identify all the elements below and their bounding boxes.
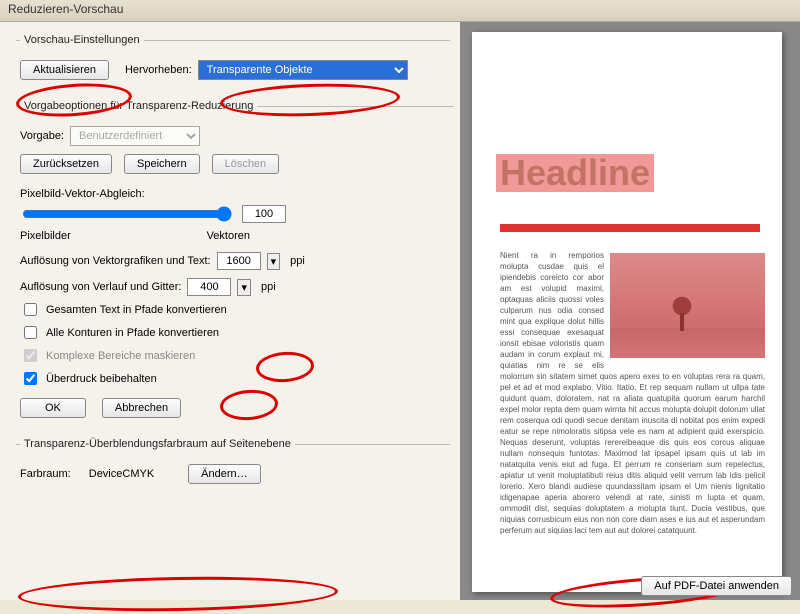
vorgabe-label: Vorgabe: (20, 130, 64, 142)
vector-res-input[interactable] (217, 252, 261, 270)
window-titlebar: Reduzieren-Vorschau (0, 0, 800, 22)
doc-body-text: Nient ra in remporios molupta cusdae qui… (500, 250, 765, 536)
reset-button[interactable]: Zurücksetzen (20, 154, 112, 174)
vector-res-label: Auflösung von Vektorgrafiken und Text: (20, 255, 211, 267)
gradient-res-label: Auflösung von Verlauf und Gitter: (20, 281, 181, 293)
apply-to-pdf-button[interactable]: Auf PDF-Datei anwenden (641, 576, 792, 596)
text-to-paths-checkbox[interactable] (24, 303, 37, 316)
doc-headline: Headline (500, 152, 650, 194)
farbraum-value: DeviceCMYK (89, 468, 154, 480)
chk1-label: Gesamten Text in Pfade konvertieren (46, 304, 227, 316)
slider-label: Pixelbild-Vektor-Abgleich: (20, 188, 450, 200)
preset-options-group: Vorgabeoptionen für Transparenz-Reduzier… (16, 100, 454, 428)
blend-legend: Transparenz-Überblendungsfarbraum auf Se… (20, 438, 295, 450)
balance-value-input[interactable] (242, 205, 286, 223)
farbraum-label: Farbraum: (20, 468, 71, 480)
doc-image (610, 253, 765, 358)
mask-complex-checkbox (24, 349, 37, 362)
chk4-label: Überdruck beibehalten (46, 373, 157, 385)
chevron-down-icon[interactable]: ▾ (267, 253, 281, 270)
chk2-label: Alle Konturen in Pfade konvertieren (46, 327, 219, 339)
pixel-label: Pixelbilder (20, 230, 71, 242)
preview-settings-group: Vorschau-Einstellungen Aktualisieren Her… (16, 34, 450, 90)
ok-button[interactable]: OK (20, 398, 86, 418)
transparency-overlay (496, 154, 654, 192)
chk3-label: Komplexe Bereiche maskieren (46, 350, 195, 362)
preview-pane: Headline Nient ra in remporios molupta c… (460, 22, 800, 600)
document-page: Headline Nient ra in remporios molupta c… (472, 32, 782, 592)
blend-space-group: Transparenz-Überblendungsfarbraum auf Se… (16, 438, 450, 494)
ppi-unit: ppi (290, 255, 305, 267)
balance-slider[interactable] (22, 206, 232, 222)
highlight-select[interactable]: Transparente Objekte (198, 60, 408, 80)
vorgabe-select[interactable]: Benutzerdefiniert (70, 126, 200, 146)
save-button[interactable]: Speichern (124, 154, 200, 174)
strokes-to-paths-checkbox[interactable] (24, 326, 37, 339)
cancel-button[interactable]: Abbrechen (102, 398, 181, 418)
preset-legend: Vorgabeoptionen für Transparenz-Reduzier… (20, 100, 257, 112)
doc-rule (500, 224, 760, 232)
refresh-button[interactable]: Aktualisieren (20, 60, 109, 80)
preserve-overprint-checkbox[interactable] (24, 372, 37, 385)
preview-legend: Vorschau-Einstellungen (20, 34, 144, 46)
ppi-unit: ppi (261, 281, 276, 293)
gradient-res-input[interactable] (187, 278, 231, 296)
chevron-down-icon[interactable]: ▾ (237, 279, 251, 296)
change-colorspace-button[interactable]: Ändern… (188, 464, 260, 484)
transparency-overlay (610, 253, 765, 358)
delete-button: Löschen (212, 154, 280, 174)
settings-panel: Vorschau-Einstellungen Aktualisieren Her… (0, 22, 460, 600)
highlight-label: Hervorheben: (125, 64, 192, 76)
vector-label: Vektoren (207, 230, 250, 242)
